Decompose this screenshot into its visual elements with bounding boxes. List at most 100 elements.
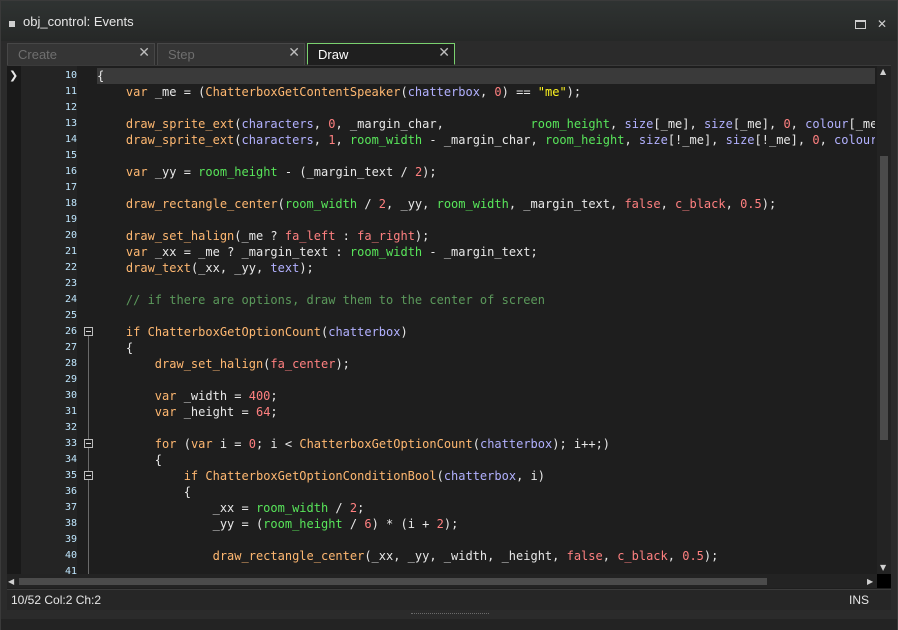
code-line[interactable]: draw_rectangle_center(room_width / 2, _y… (97, 196, 776, 212)
code-token: _yy = (147, 165, 199, 179)
scroll-left-icon[interactable]: ◀ (8, 577, 14, 586)
code-token: ( (234, 133, 242, 147)
code-line[interactable]: var _width = 400; (97, 388, 278, 404)
scroll-down-icon[interactable]: ▼ (880, 563, 886, 572)
code-line[interactable]: var _height = 64; (97, 404, 278, 420)
resize-grip[interactable] (411, 613, 489, 618)
fold-toggle-icon[interactable] (84, 327, 93, 336)
cursor-position: 10/52 Col:2 Ch:2 (11, 593, 102, 607)
code-token: var (125, 85, 148, 99)
code-token: , (667, 549, 683, 563)
code-line[interactable]: for (var i = 0; i < ChatterboxGetOptionC… (97, 436, 610, 452)
vertical-scrollbar[interactable]: ▲ ▼ (877, 66, 891, 574)
code-line[interactable]: draw_sprite_ext(characters, 0 , _margin_c… (97, 116, 875, 132)
code-line[interactable]: _xx = room_width / 2; (97, 500, 365, 516)
code-token: _xx = _me ? _margin_text : (147, 245, 350, 259)
fold-toggle-icon[interactable] (84, 439, 93, 448)
line-number: 32 (64, 422, 77, 433)
scroll-right-icon[interactable]: ▶ (867, 577, 873, 586)
code-token: characters (241, 133, 314, 147)
code-token: (_xx, _yy, _width, _height, (364, 549, 567, 563)
line-number: 33 (64, 438, 77, 449)
code-token: room_width (349, 133, 423, 147)
code-line[interactable]: draw_set_halign(fa_center); (97, 356, 350, 372)
code-token: // if there are options, draw them to th… (125, 293, 545, 307)
scrollbar-corner (877, 574, 891, 588)
code-line[interactable]: if ChatterboxGetOptionConditionBool(chat… (97, 468, 545, 484)
code-token: 2 (436, 517, 444, 531)
code-token: 0.5 (682, 549, 704, 563)
tab-close-icon[interactable]: ✕ (138, 45, 150, 61)
close-window-button[interactable]: ✕ (875, 17, 889, 31)
tab-close-icon[interactable]: ✕ (438, 45, 450, 61)
code-line[interactable]: draw_set_halign(_me ? fa_left : fa_right… (97, 228, 429, 244)
line-number-gutter: 10 11 12 13 14 15 16 17 18 19 20 21 22 23 24 25 26 27 28 29… (21, 66, 77, 577)
code-line[interactable]: var _me = (ChatterboxGetContentSpeaker(c… (97, 84, 581, 100)
code-line[interactable]: { (97, 340, 133, 356)
code-token: chatterbox (407, 85, 480, 99)
line-number: 31 (64, 406, 77, 417)
line-number: 14 (64, 134, 77, 145)
code-token: ( (472, 437, 480, 451)
fold-gutter (79, 66, 97, 574)
code-token: room_height (530, 117, 611, 131)
tab-create[interactable]: Create ✕ (7, 43, 155, 65)
code-token: _yy = ( (97, 517, 264, 531)
scroll-up-icon[interactable]: ▲ (880, 67, 886, 76)
horizontal-scrollbar[interactable]: ◀ ▶ (7, 574, 877, 588)
code-token: false (566, 549, 603, 563)
code-line[interactable]: if ChatterboxGetOptionCount(chatterbox) (97, 324, 408, 340)
code-token: , (602, 549, 618, 563)
line-number: 40 (64, 550, 77, 561)
tab-draw[interactable]: Draw ✕ (307, 43, 455, 65)
code-token: fa_left (284, 229, 336, 243)
code-token: ); i++;) (552, 437, 611, 451)
code-token: 0 (783, 117, 791, 131)
code-token: , (790, 117, 806, 131)
code-token: room_height (263, 517, 343, 531)
close-icon: ✕ (876, 17, 888, 31)
code-token: fa_right (357, 229, 415, 243)
code-line[interactable]: // if there are options, draw them to th… (97, 292, 545, 308)
code-token: ); (414, 229, 430, 243)
code-line[interactable]: draw_rectangle_center(_xx, _yy, _width, … (97, 548, 719, 564)
code-line[interactable]: { (97, 452, 162, 468)
tab-close-icon[interactable]: ✕ (288, 45, 300, 61)
window-buttons: ✕ (855, 17, 889, 31)
line-number: 24 (64, 294, 77, 305)
code-token: 64 (255, 405, 271, 419)
horizontal-scroll-thumb[interactable] (19, 578, 767, 585)
line-number: 19 (64, 214, 77, 225)
code-token: draw_set_halign (125, 229, 235, 243)
vertical-scroll-thumb[interactable] (880, 156, 888, 440)
code-line[interactable]: { (97, 484, 191, 500)
code-token: c_black (617, 549, 668, 563)
code-editor[interactable]: ❯ 10 11 12 13 14 15 16 17 18 19 20 21 22 23 24 25 26 27 28… (7, 65, 891, 590)
code-line[interactable]: { (97, 68, 104, 84)
bookmark-gutter[interactable]: ❯ (7, 66, 21, 574)
code-line[interactable]: var _yy = room_height - (_margin_text / … (97, 164, 437, 180)
tab-step[interactable]: Step ✕ (157, 43, 305, 65)
line-number: 12 (64, 102, 77, 113)
code-area[interactable]: { var _me = (ChatterboxGetContentSpeaker… (97, 66, 875, 574)
code-line[interactable]: _yy = (room_height / 6) * (i + 2); (97, 516, 459, 532)
code-line[interactable]: var _xx = _me ? _margin_text : room_widt… (97, 244, 538, 260)
code-token: , _margin_char, (335, 117, 531, 131)
code-token: [!_me], (754, 133, 813, 147)
code-line[interactable]: draw_text(_xx, _yy, text); (97, 260, 314, 276)
code-token: ; (270, 389, 278, 403)
code-token: , _yy, (386, 197, 437, 211)
code-token: draw_rectangle_center (212, 549, 365, 563)
fold-toggle-icon[interactable] (84, 471, 93, 480)
line-number: 36 (64, 486, 77, 497)
code-token: colour (805, 117, 849, 131)
code-line[interactable]: draw_sprite_ext(characters, 1, room_widt… (97, 132, 875, 148)
maximize-button[interactable] (855, 17, 869, 31)
title-bar[interactable]: obj_control: Events ✕ (1, 1, 897, 41)
code-token: 400 (248, 389, 271, 403)
code-token: c_black (675, 197, 726, 211)
